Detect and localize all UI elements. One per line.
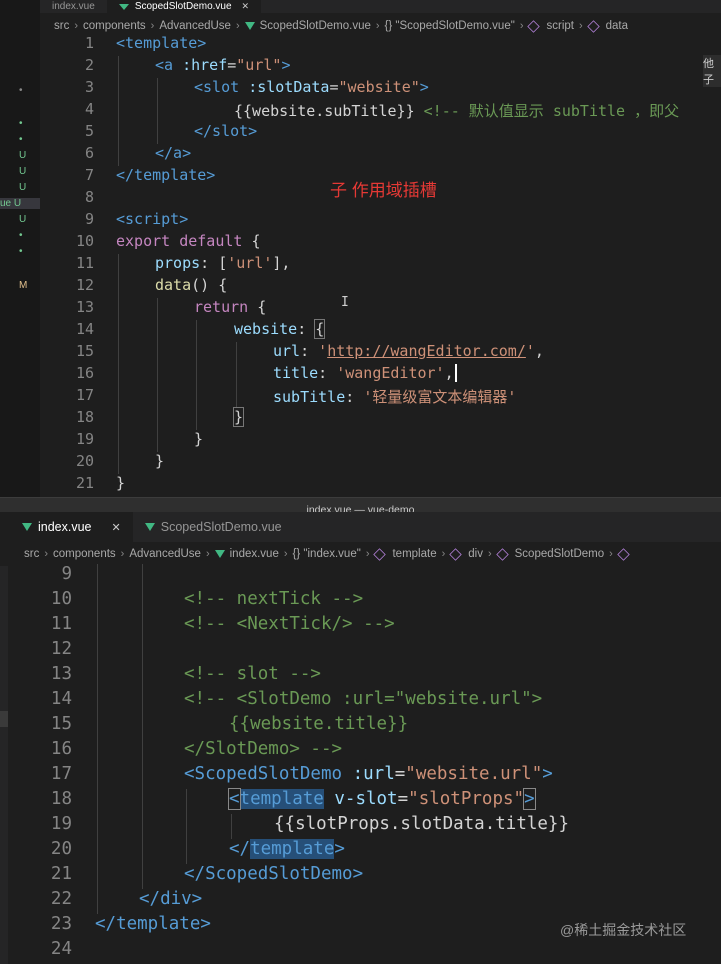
breadcrumb-module[interactable]: {} "index.vue" [293,548,361,560]
close-icon[interactable]: ✕ [112,521,121,534]
code-line-14: <!-- <SlotDemo :url="website.url"> [184,689,543,709]
vue-file-icon [214,550,225,558]
left-sash-marker [0,711,8,727]
breadcrumb-components[interactable]: components [53,548,116,560]
code-line-20: </template> [229,839,345,859]
code-line-19: } [194,430,204,448]
cube-icon [586,19,600,33]
git-marker: • [19,246,23,257]
code-line-10: export default { [116,232,261,250]
code-line-15: url: 'http://wangEditor.com/', [273,342,544,360]
vue-file-icon [118,3,129,10]
top-tab-bar: index.vue ScopedSlotDemo.vue ✕ [40,0,721,13]
vue-file-icon [244,22,255,30]
code-line-17: subTitle: '轻量级富文本编辑器' [273,388,517,406]
code-line-13: return { [194,298,267,316]
git-marker: • [19,85,23,96]
close-icon[interactable]: ✕ [242,1,250,12]
cube-icon [617,547,630,561]
top-breadcrumb: src › components › AdvancedUse › ScopedSlot… [54,19,629,33]
code-line-18: <template v-slot="slotProps"> [228,788,536,810]
top-editor: index.vue ScopedSlotDemo.vue ✕ src › comp… [0,0,721,497]
breadcrumb-advanceduse[interactable]: AdvancedUse [159,20,231,32]
code-line-11: <!-- <NextTick/> --> [184,614,395,634]
url-link[interactable]: http://wangEditor.com/ [327,342,526,360]
code-line-3: <slot :slotData="website"> [194,78,429,96]
mouse-ibeam-icon: I [341,295,349,310]
code-line-18: } [232,407,245,427]
breadcrumb-div[interactable]: div [468,548,483,560]
code-line-19: {{slotProps.slotData.title}} [274,814,570,834]
code-line-22: </div> [139,889,203,909]
bottom-tab-bar: index.vue ✕ ScopedSlotDemo.vue [0,512,721,542]
code-line-21: } [116,474,126,492]
git-marker: • [19,230,23,241]
code-line-16: </SlotDemo> --> [184,739,343,759]
code-line-10: <!-- nextTick --> [184,589,364,609]
text-cursor [454,364,457,382]
code-line-20: } [155,452,165,470]
annotation-label: 子 作用域插槽 [330,181,437,200]
code-line-9: <script> [116,210,189,228]
cube-icon [449,547,462,561]
git-marker: • [19,118,23,129]
git-marker-active: ue U [0,198,40,209]
code-line-16: title: 'wangEditor', [273,364,457,382]
vue-file-icon [144,523,155,531]
left-sash [0,566,8,964]
git-marker: • [19,134,23,145]
breadcrumb-data[interactable]: data [606,20,628,32]
git-marker: U [19,214,27,225]
git-marker: M [19,280,28,291]
vue-file-icon [22,523,32,531]
watermark: @稀土掘金技术社区 [560,922,687,938]
code-line-5: </slot> [194,122,258,140]
git-marker: U [19,182,27,193]
code-line-4: {{website.subTitle}} <!-- 默认值显示 subTitle… [234,102,680,120]
tab-scopedslotdemo-vue[interactable]: ScopedSlotDemo.vue [133,512,294,542]
tab-scopedslotdemo-vue[interactable]: ScopedSlotDemo.vue ✕ [106,0,262,13]
code-line-12: data() { [155,276,228,294]
code-line-7: </template> [116,166,216,184]
breadcrumb-template[interactable]: template [392,548,436,560]
breadcrumb-file[interactable]: index.vue [230,548,279,560]
code-line-1: <template> [116,34,207,52]
code-line-6: </a> [155,144,192,162]
bottom-editor: index.vue — vue-demo index.vue ✕ ScopedS… [0,497,721,964]
breadcrumb-components[interactable]: components [83,20,146,32]
tab-index-vue[interactable]: index.vue ✕ [0,512,133,542]
code-line-13: <!-- slot --> [184,664,321,684]
right-edge-text: 他子 [703,55,721,87]
tab-index-vue[interactable]: index.vue [40,0,107,13]
breadcrumb-module[interactable]: {} "ScopedSlotDemo.vue" [385,20,515,32]
git-marker: U [19,150,27,161]
code-line-17: <ScopedSlotDemo :url="website.url"> [184,764,553,784]
code-line-21: </ScopedSlotDemo> [184,864,364,884]
code-line-23: </template> [95,914,211,934]
breadcrumb-file[interactable]: ScopedSlotDemo.vue [260,20,371,32]
cube-icon [527,19,541,33]
breadcrumb-script[interactable]: script [546,20,573,32]
git-marker: U [19,166,27,177]
code-line-11: props: ['url'], [155,254,291,272]
code-line-15: {{website.title}} [229,714,409,734]
window-title: index.vue — vue-demo [0,498,721,516]
cube-icon [373,547,387,561]
breadcrumb-src[interactable]: src [54,20,69,32]
cube-icon [495,547,509,561]
breadcrumb-scopedslotdemo[interactable]: ScopedSlotDemo [515,548,605,560]
code-line-14: website: { [234,319,326,339]
breadcrumb-advanceduse[interactable]: AdvancedUse [129,548,201,560]
code-line-2: <a :href="url"> [155,56,291,74]
bottom-breadcrumb: src › components › AdvancedUse › index.vue ›… [10,543,721,565]
breadcrumb-src[interactable]: src [24,548,39,560]
